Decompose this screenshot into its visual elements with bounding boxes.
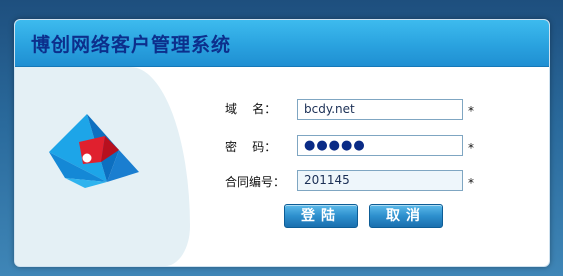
cancel-button[interactable]: 取消 [369, 204, 443, 228]
domain-required-mark: * [468, 104, 474, 118]
header-bar: 博创网络客户管理系统 [15, 20, 549, 67]
password-required-mark: * [468, 141, 474, 155]
company-logo-icon [49, 114, 139, 188]
password-label: 密 码： [225, 140, 277, 154]
domain-label: 域 名： [225, 102, 277, 116]
domain-input[interactable]: bcdy.net [297, 99, 463, 120]
login-panel: 博创网络客户管理系统 域 名： bcdy.net * 密 码： ●●●●● * … [14, 19, 550, 267]
contract-number-label: 合同编号： [225, 175, 286, 189]
password-input[interactable]: ●●●●● [297, 135, 463, 156]
contract-number-required-mark: * [468, 176, 474, 190]
contract-number-input[interactable]: 201145 [297, 170, 463, 191]
app-title: 博创网络客户管理系统 [31, 34, 232, 56]
login-button[interactable]: 登陆 [284, 204, 358, 228]
